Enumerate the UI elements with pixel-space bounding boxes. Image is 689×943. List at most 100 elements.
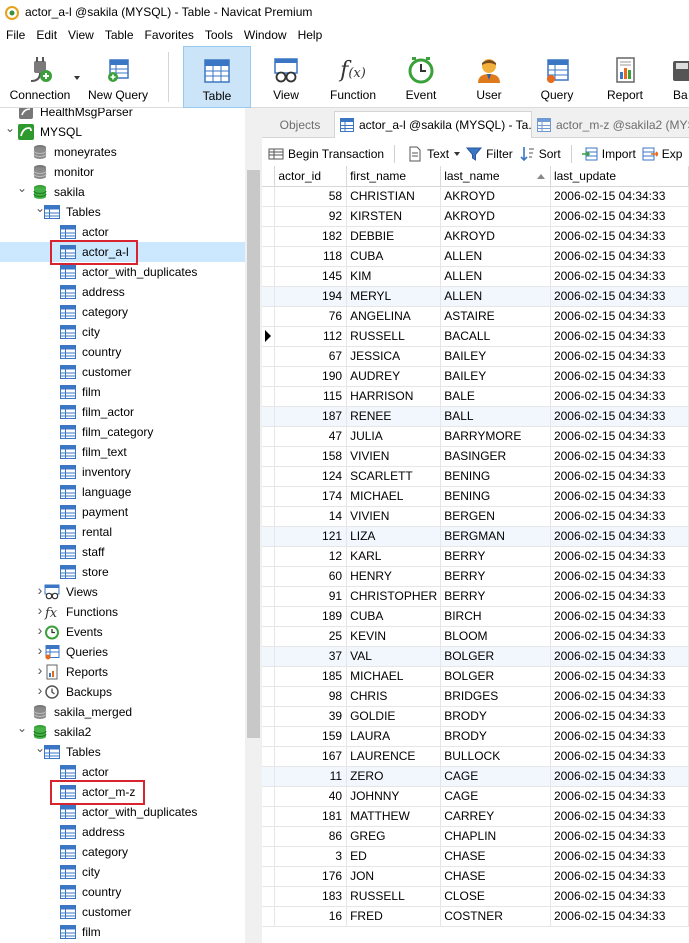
row-marker[interactable] xyxy=(262,566,276,587)
cell-last-name[interactable]: BENING xyxy=(440,466,551,487)
table-row[interactable]: 47 JULIA BARRYMORE 2006-02-15 04:34:33 xyxy=(262,426,689,447)
tree-item-table-film[interactable]: film xyxy=(0,382,245,402)
cell-last-name[interactable]: CAGE xyxy=(440,786,551,807)
tree2-item-table-customer[interactable]: customer xyxy=(0,902,245,922)
cell-last-name[interactable]: COSTNER xyxy=(440,906,551,927)
cell-first-name[interactable]: HENRY xyxy=(346,566,442,587)
tree-item-sakila-merged[interactable]: sakila_merged xyxy=(0,702,245,722)
tree2-item-table-film[interactable]: film xyxy=(0,922,245,942)
cell-last-update[interactable]: 2006-02-15 04:34:33 xyxy=(550,426,689,447)
tree-item-health-msg-parser[interactable]: HealthMsgParser xyxy=(0,108,245,122)
table-row[interactable]: 145 KIM ALLEN 2006-02-15 04:34:33 xyxy=(262,266,689,287)
cell-last-name[interactable]: BAILEY xyxy=(440,346,551,367)
tab-actor-a-l[interactable]: actor_a-l @sakila (MYSQL) - Ta... xyxy=(334,111,532,138)
cell-last-update[interactable]: 2006-02-15 04:34:33 xyxy=(550,686,689,707)
cell-actor-id[interactable]: 189 xyxy=(274,606,348,627)
cell-last-name[interactable]: BENING xyxy=(440,486,551,507)
cell-last-update[interactable]: 2006-02-15 04:34:33 xyxy=(550,466,689,487)
cell-first-name[interactable]: JESSICA xyxy=(346,346,442,367)
cell-last-name[interactable]: CHASE xyxy=(440,866,551,887)
tree-item-reports[interactable]: › Reports xyxy=(0,662,245,682)
cell-first-name[interactable]: VIVIEN xyxy=(346,506,442,527)
cell-last-update[interactable]: 2006-02-15 04:34:33 xyxy=(550,726,689,747)
cell-actor-id[interactable]: 39 xyxy=(274,706,348,727)
menu-help[interactable]: Help xyxy=(292,24,328,46)
tree-item-table-actor-with-duplicates[interactable]: actor_with_duplicates xyxy=(0,262,245,282)
cell-last-update[interactable]: 2006-02-15 04:34:33 xyxy=(550,326,689,347)
cell-last-name[interactable]: ALLEN xyxy=(440,266,551,287)
tree-item-table-inventory[interactable]: inventory xyxy=(0,462,245,482)
cell-first-name[interactable]: LAURENCE xyxy=(346,746,442,767)
table-row[interactable]: 167 LAURENCE BULLOCK 2006-02-15 04:34:33 xyxy=(262,746,689,767)
cell-last-update[interactable]: 2006-02-15 04:34:33 xyxy=(550,486,689,507)
cell-first-name[interactable]: VIVIEN xyxy=(346,446,442,467)
chevron-down-icon[interactable]: ⌄ xyxy=(17,721,27,735)
chevron-down-icon[interactable]: ⌄ xyxy=(5,121,15,135)
tree-item-table-actor[interactable]: actor xyxy=(0,222,245,242)
cell-last-name[interactable]: BLOOM xyxy=(440,626,551,647)
cell-last-name[interactable]: BAILEY xyxy=(440,366,551,387)
cell-last-name[interactable]: AKROYD xyxy=(440,206,551,227)
table-row[interactable]: 112 RUSSELL BACALL 2006-02-15 04:34:33 xyxy=(262,326,689,347)
tree2-item-table-actor[interactable]: actor xyxy=(0,762,245,782)
cell-last-update[interactable]: 2006-02-15 04:34:33 xyxy=(550,406,689,427)
row-marker[interactable] xyxy=(262,346,276,367)
cell-last-update[interactable]: 2006-02-15 04:34:33 xyxy=(550,806,689,827)
cell-actor-id[interactable]: 176 xyxy=(274,866,348,887)
export-button[interactable]: Exp xyxy=(642,142,682,166)
cell-first-name[interactable]: RUSSELL xyxy=(346,886,442,907)
cell-last-name[interactable]: BARRYMORE xyxy=(440,426,551,447)
cell-actor-id[interactable]: 40 xyxy=(274,786,348,807)
column-header-last-name[interactable]: last_name xyxy=(440,166,551,187)
table-row[interactable]: 92 KIRSTEN AKROYD 2006-02-15 04:34:33 xyxy=(262,206,689,227)
cell-last-update[interactable]: 2006-02-15 04:34:33 xyxy=(550,586,689,607)
row-marker[interactable] xyxy=(262,706,276,727)
tree-item-queries[interactable]: › Queries xyxy=(0,642,245,662)
tree-item-functions[interactable]: › fx Functions xyxy=(0,602,245,622)
cell-last-name[interactable]: BERGMAN xyxy=(440,526,551,547)
table-row[interactable]: 40 JOHNNY CAGE 2006-02-15 04:34:33 xyxy=(262,786,689,807)
table-row[interactable]: 124 SCARLETT BENING 2006-02-15 04:34:33 xyxy=(262,466,689,487)
row-marker[interactable] xyxy=(262,306,276,327)
cell-first-name[interactable]: SCARLETT xyxy=(346,466,442,487)
cell-last-name[interactable]: BIRCH xyxy=(440,606,551,627)
cell-last-update[interactable]: 2006-02-15 04:34:33 xyxy=(550,526,689,547)
cell-last-update[interactable]: 2006-02-15 04:34:33 xyxy=(550,186,689,207)
row-marker[interactable] xyxy=(262,666,276,687)
cell-actor-id[interactable]: 112 xyxy=(274,326,348,347)
cell-last-name[interactable]: BRODY xyxy=(440,706,551,727)
row-marker[interactable] xyxy=(262,286,276,307)
cell-actor-id[interactable]: 185 xyxy=(274,666,348,687)
tree-item-mysql[interactable]: ⌄ MYSQL xyxy=(0,121,245,142)
cell-first-name[interactable]: CUBA xyxy=(346,606,442,627)
menu-favorites[interactable]: Favorites xyxy=(139,24,199,46)
table-row[interactable]: 190 AUDREY BAILEY 2006-02-15 04:34:33 xyxy=(262,366,689,387)
table-row[interactable]: 86 GREG CHAPLIN 2006-02-15 04:34:33 xyxy=(262,826,689,847)
cell-last-name[interactable]: CARREY xyxy=(440,806,551,827)
cell-last-update[interactable]: 2006-02-15 04:34:33 xyxy=(550,226,689,247)
cell-last-update[interactable]: 2006-02-15 04:34:33 xyxy=(550,366,689,387)
report-button[interactable]: Report xyxy=(598,46,652,108)
tree-item-table-category[interactable]: category xyxy=(0,302,245,322)
table-row[interactable]: 76 ANGELINA ASTAIRE 2006-02-15 04:34:33 xyxy=(262,306,689,327)
row-marker[interactable] xyxy=(262,266,276,287)
cell-last-update[interactable]: 2006-02-15 04:34:33 xyxy=(550,886,689,907)
table-row[interactable]: 37 VAL BOLGER 2006-02-15 04:34:33 xyxy=(262,646,689,667)
cell-actor-id[interactable]: 182 xyxy=(274,226,348,247)
cell-last-name[interactable]: BOLGER xyxy=(440,646,551,667)
row-marker[interactable] xyxy=(262,466,276,487)
table-row[interactable]: 11 ZERO CAGE 2006-02-15 04:34:33 xyxy=(262,766,689,787)
cell-last-update[interactable]: 2006-02-15 04:34:33 xyxy=(550,766,689,787)
row-marker[interactable] xyxy=(262,386,276,407)
cell-last-update[interactable]: 2006-02-15 04:34:33 xyxy=(550,626,689,647)
menu-tools[interactable]: Tools xyxy=(199,24,238,46)
table-row[interactable]: 39 GOLDIE BRODY 2006-02-15 04:34:33 xyxy=(262,706,689,727)
tree-item-table-address[interactable]: address xyxy=(0,282,245,302)
tree-item-table-payment[interactable]: payment xyxy=(0,502,245,522)
row-marker[interactable] xyxy=(262,826,276,847)
table-row[interactable]: 121 LIZA BERGMAN 2006-02-15 04:34:33 xyxy=(262,526,689,547)
cell-first-name[interactable]: ZERO xyxy=(346,766,442,787)
cell-first-name[interactable]: RENEE xyxy=(346,406,442,427)
row-marker[interactable] xyxy=(262,806,276,827)
table-row[interactable]: 14 VIVIEN BERGEN 2006-02-15 04:34:33 xyxy=(262,506,689,527)
